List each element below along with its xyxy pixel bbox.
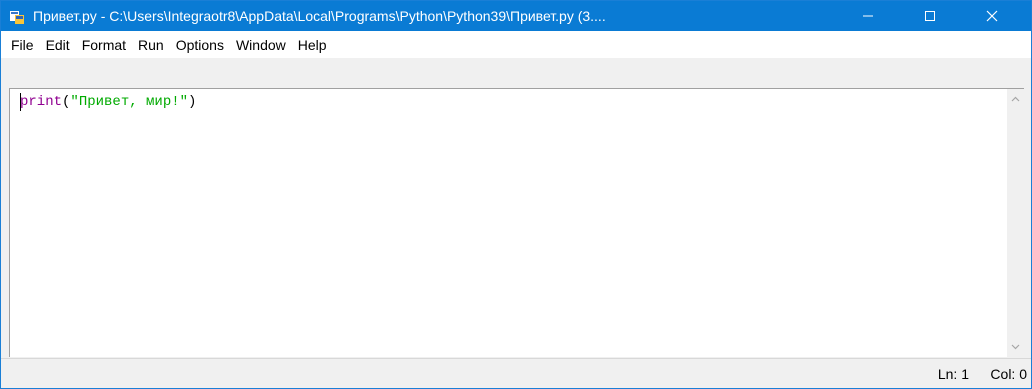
status-line: Ln: 1 <box>937 366 969 382</box>
window-title: Привет.py - C:\Users\Integraotr8\AppData… <box>33 8 606 24</box>
title-bar[interactable]: Привет.py - C:\Users\Integraotr8\AppData… <box>1 1 1031 31</box>
code-string: "Привет, мир!" <box>70 94 189 110</box>
maximize-icon <box>925 11 935 21</box>
code-keyword: print <box>20 94 63 110</box>
maximize-button[interactable] <box>907 1 953 31</box>
menu-help[interactable]: Help <box>292 35 333 55</box>
scroll-up-button[interactable] <box>1007 91 1024 108</box>
code-editor[interactable]: print("Привет, мир!") <box>9 88 1007 357</box>
menu-options[interactable]: Options <box>170 35 230 55</box>
minimize-button[interactable] <box>845 1 891 31</box>
menu-edit[interactable]: Edit <box>40 35 76 55</box>
minimize-icon <box>863 15 873 17</box>
menu-file[interactable]: File <box>5 35 40 55</box>
text-cursor <box>20 93 21 111</box>
code-close-paren: ) <box>188 94 197 110</box>
python-idle-icon <box>9 9 25 25</box>
menu-run[interactable]: Run <box>132 35 170 55</box>
menu-format[interactable]: Format <box>76 35 132 55</box>
chevron-up-icon <box>1011 96 1020 102</box>
menu-bar: File Edit Format Run Options Window Help <box>1 31 1031 58</box>
menu-window[interactable]: Window <box>230 35 292 55</box>
scroll-down-button[interactable] <box>1007 338 1024 355</box>
vertical-scrollbar[interactable] <box>1007 88 1024 357</box>
close-icon <box>986 10 998 22</box>
idle-editor-window: Привет.py - C:\Users\Integraotr8\AppData… <box>0 0 1032 389</box>
chevron-down-icon <box>1011 344 1020 350</box>
code-line-1: print("Привет, мир!") <box>20 93 196 111</box>
status-bar: Ln: 1 Col: 0 <box>1 358 1031 388</box>
status-column: Col: 0 <box>990 366 1027 382</box>
close-button[interactable] <box>969 1 1015 31</box>
